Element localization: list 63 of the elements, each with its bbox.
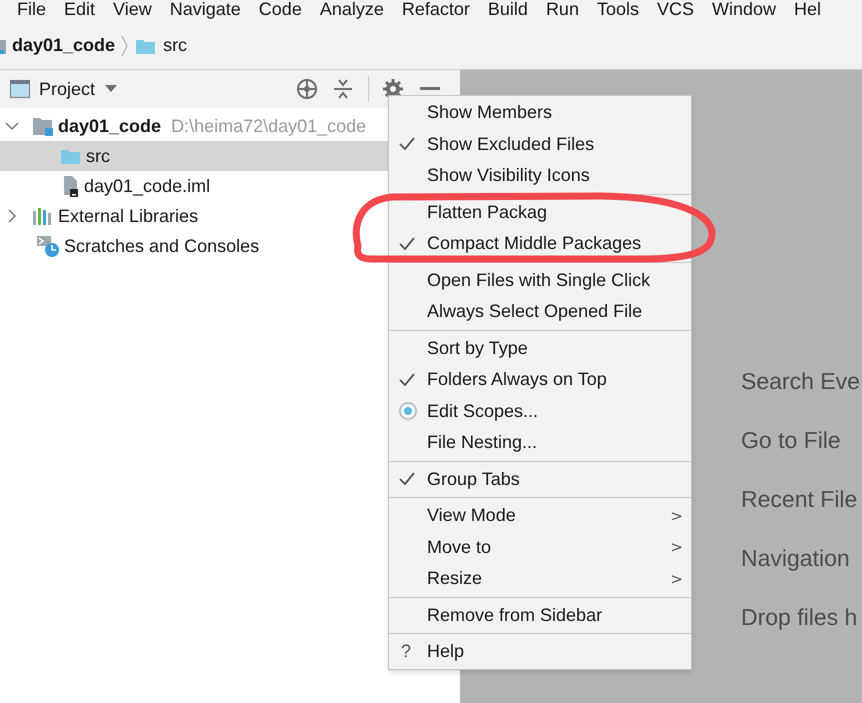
menu-item[interactable]: Group Tabs <box>389 464 691 495</box>
folder-icon <box>60 147 82 165</box>
menu-item[interactable]: Run <box>546 0 579 18</box>
menu-item[interactable]: View Mode > <box>389 500 691 532</box>
menu-item[interactable]: Show Visibility Icons <box>389 160 691 192</box>
radio-icon <box>399 402 417 420</box>
minimize-icon <box>420 87 440 91</box>
submenu-arrow-icon: > <box>670 504 683 527</box>
menu-item[interactable]: Refactor <box>402 0 470 18</box>
caret-icon <box>105 85 118 93</box>
menu-item[interactable]: Always Select Opened File <box>389 296 691 328</box>
scratches-icon <box>36 234 60 258</box>
check-icon <box>399 472 415 486</box>
breadcrumb-item[interactable]: day01_code <box>12 32 116 59</box>
hint-text: Recent File <box>741 485 858 514</box>
menu-item[interactable]: Hel <box>794 0 822 18</box>
locate-icon <box>296 78 318 100</box>
project-view-dropdown[interactable]: Project <box>39 76 118 102</box>
tree-row[interactable]: External Libraries <box>0 201 388 231</box>
menu-item[interactable]: Edit Scopes... <box>389 396 691 427</box>
menu-item[interactable]: Open Files with Single Click <box>389 264 691 296</box>
tree-row[interactable]: Scratches and Consoles <box>0 231 388 261</box>
menu-item[interactable]: Flatten Packag <box>389 196 691 228</box>
tree-row[interactable]: src <box>0 141 388 171</box>
collapse-all-icon <box>334 78 352 100</box>
submenu-arrow-icon: > <box>670 536 683 558</box>
menu-item[interactable]: Sort by Type <box>389 332 691 364</box>
menu-item[interactable]: Compact Middle Packages <box>389 228 691 260</box>
hint-text: Go to File <box>741 426 842 455</box>
menu-item[interactable]: Show Excluded Files <box>389 128 691 160</box>
menu-item[interactable]: Tools <box>596 0 639 18</box>
libraries-icon <box>32 207 54 225</box>
menu-item[interactable]: Code <box>258 0 302 18</box>
hint-text: Navigation <box>741 544 851 573</box>
menu-item[interactable]: Analyze <box>320 0 384 18</box>
tree-row[interactable]: day01_code.iml <box>0 171 388 201</box>
menu-item[interactable]: Move to > <box>389 532 691 563</box>
menu-item[interactable]: File Nesting... <box>389 427 691 458</box>
check-icon <box>399 236 415 251</box>
menu-item[interactable]: Window <box>712 0 776 18</box>
check-icon <box>399 372 415 387</box>
hint-text: Drop files h <box>741 603 858 632</box>
chevron-icon <box>121 34 130 56</box>
menu-item[interactable]: View <box>113 0 152 18</box>
submenu-arrow-icon: > <box>670 568 683 590</box>
hint-text: Search Eve <box>741 367 860 396</box>
breadcrumb-item[interactable]: src <box>163 32 188 59</box>
menu-item[interactable]: File <box>17 0 46 18</box>
menu-item[interactable]: VCS <box>657 0 694 18</box>
menu-item[interactable]: Build <box>488 0 528 18</box>
menu-item[interactable]: Edit <box>64 0 96 18</box>
menu-item[interactable]: Folders Always on Top <box>389 364 691 396</box>
menu-item[interactable]: ? Help <box>389 636 691 668</box>
check-icon <box>399 137 415 152</box>
module-path: D:\heima72\day01_code <box>171 114 366 138</box>
menu-item[interactable]: Navigate <box>170 0 241 18</box>
panel-icon <box>10 80 30 98</box>
module-icon <box>32 115 54 137</box>
menu-item[interactable]: Show Members <box>389 97 691 128</box>
menu-item[interactable]: Resize > <box>389 563 691 594</box>
menu-item[interactable]: Remove from Sidebar <box>389 600 691 631</box>
help-icon: ? <box>399 638 412 666</box>
tree-row[interactable]: day01_code D:\heima72\day01_code <box>0 111 388 141</box>
